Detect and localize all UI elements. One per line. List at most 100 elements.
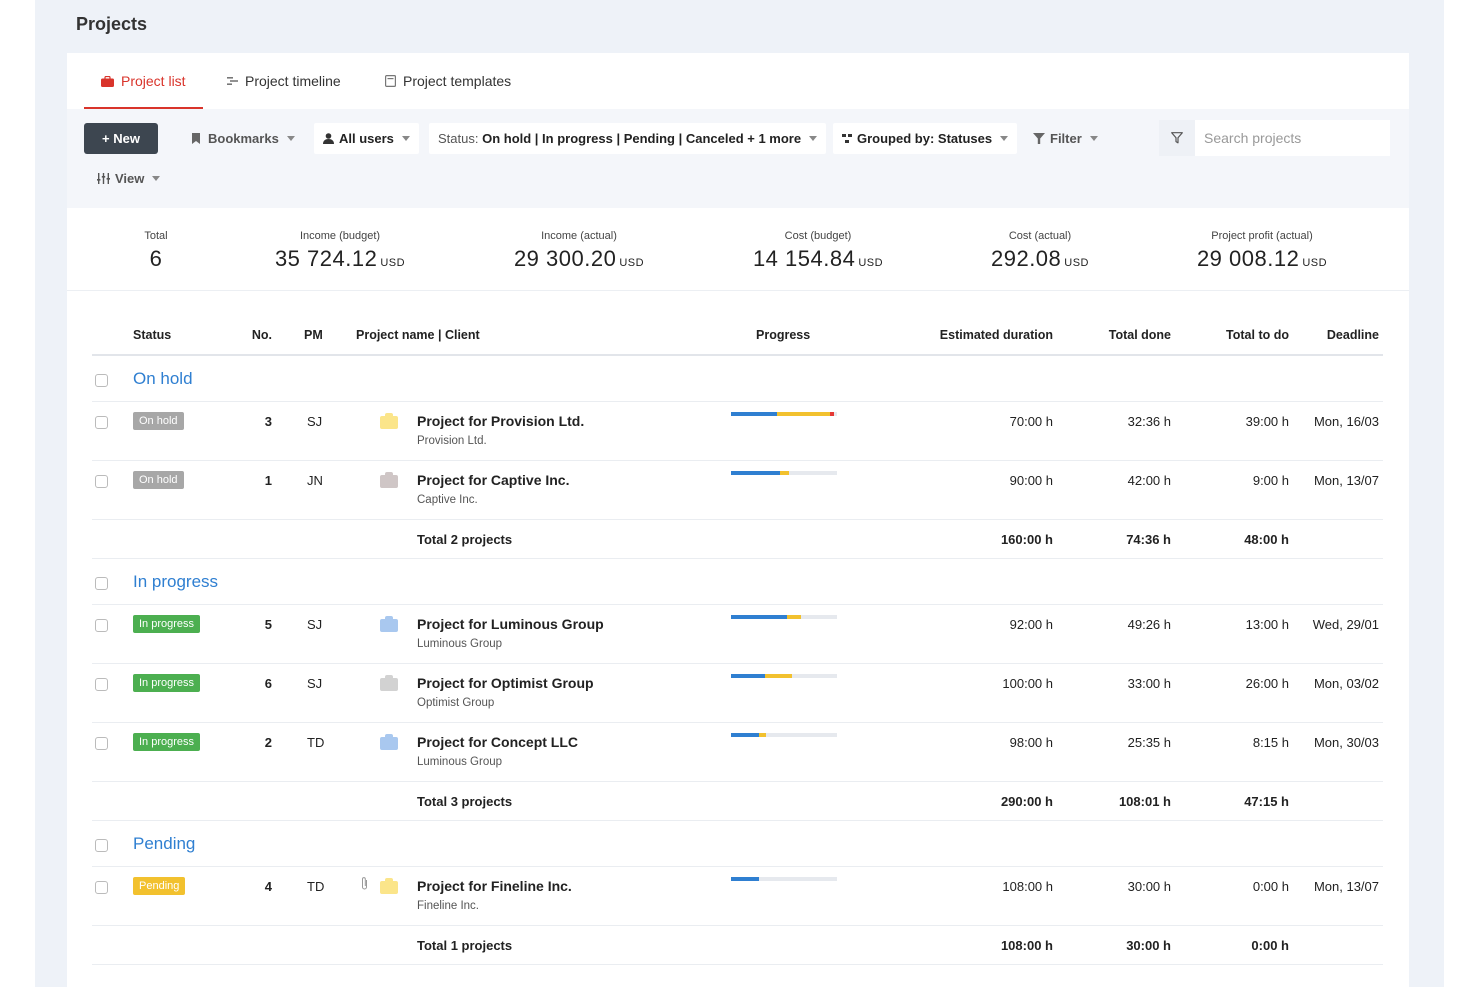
- stat-currency: USD: [1302, 257, 1328, 269]
- row-divider: [92, 604, 1383, 605]
- filter-icon: [1033, 133, 1045, 144]
- group-checkbox[interactable]: [95, 577, 108, 590]
- new-button[interactable]: + New: [84, 123, 158, 154]
- group-total-estimated: 160:00 h: [1000, 532, 1053, 547]
- stat-currency: USD: [858, 257, 884, 269]
- project-name[interactable]: Project for Luminous Group: [417, 616, 604, 632]
- bookmarks-dropdown[interactable]: Bookmarks: [192, 123, 295, 154]
- project-number: 3: [264, 414, 272, 429]
- progress-todo-segment: [764, 674, 793, 678]
- project-name[interactable]: Project for Provision Ltd.: [417, 413, 584, 429]
- timeline-icon: [227, 76, 238, 86]
- row-checkbox[interactable]: [95, 619, 108, 632]
- row-divider: [92, 722, 1383, 723]
- stat-value: 29 300.20: [513, 246, 617, 271]
- group-title-in-progress[interactable]: In progress: [133, 572, 218, 592]
- column-header-estimated[interactable]: Estimated duration: [903, 328, 1053, 342]
- total-done: 33:00 h: [1127, 676, 1171, 691]
- progress-done-segment: [731, 877, 759, 881]
- project-name[interactable]: Project for Optimist Group: [417, 675, 594, 691]
- status-filter-dropdown[interactable]: Status: On hold | In progress | Pending …: [429, 123, 827, 154]
- column-header-status[interactable]: Status: [133, 328, 171, 342]
- tab-project-list[interactable]: Project list: [84, 53, 203, 109]
- project-client[interactable]: Captive Inc.: [417, 494, 478, 506]
- group-total-done: 74:36 h: [1126, 532, 1171, 547]
- tab-label: Project templates: [403, 73, 512, 89]
- row-checkbox[interactable]: [95, 416, 108, 429]
- group-checkbox[interactable]: [95, 374, 108, 387]
- stat-label: Income (budget): [299, 230, 381, 242]
- status-filter-prefix: Status:: [438, 131, 479, 146]
- project-name[interactable]: Project for Concept LLC: [417, 734, 578, 750]
- stat-label: Project profit (actual): [1211, 230, 1313, 242]
- project-pm: JN: [307, 473, 323, 488]
- user-icon: [323, 133, 334, 144]
- status-badge: In progress: [133, 733, 201, 751]
- stat-value: 29 008.12: [1196, 246, 1300, 271]
- chevron-down-icon: [1089, 136, 1098, 141]
- project-client[interactable]: Provision Ltd.: [417, 435, 487, 447]
- column-header-done[interactable]: Total done: [1071, 328, 1171, 342]
- row-checkbox[interactable]: [95, 881, 108, 894]
- status-filter-value: On hold | In progress | Pending | Cancel…: [482, 131, 802, 146]
- funnel-icon[interactable]: [1159, 120, 1195, 156]
- stat-label: Cost (budget): [784, 230, 852, 242]
- group-total-todo: 0:00 h: [1251, 938, 1289, 953]
- project-client[interactable]: Fineline Inc.: [417, 900, 479, 912]
- group-title-pending[interactable]: Pending: [133, 834, 195, 854]
- folder-icon: [380, 472, 398, 488]
- progress-bar: [731, 733, 837, 737]
- project-client[interactable]: Optimist Group: [417, 697, 494, 709]
- column-header-deadline[interactable]: Deadline: [1299, 328, 1379, 342]
- group-by-value: Statuses: [937, 131, 993, 146]
- row-divider: [92, 519, 1383, 520]
- column-header-todo[interactable]: Total to do: [1189, 328, 1289, 342]
- stat-income-budget: Income (budget) 35 724.12 USD: [275, 230, 405, 272]
- filter-dropdown[interactable]: Filter: [1033, 123, 1098, 154]
- estimated-duration: 98:00 h: [1009, 735, 1053, 750]
- column-header-no[interactable]: No.: [237, 328, 272, 342]
- project-name[interactable]: Project for Captive Inc.: [417, 472, 569, 488]
- project-client[interactable]: Luminous Group: [417, 756, 502, 768]
- status-badge: On hold: [133, 471, 184, 489]
- row-divider: [92, 401, 1383, 402]
- folder-icon: [380, 675, 398, 691]
- projects-card: Project list Project timeline Project te…: [67, 53, 1409, 987]
- stat-profit-actual: Project profit (actual) 29 008.12 USD: [1197, 230, 1327, 272]
- status-badge: In progress: [133, 674, 201, 692]
- column-header-pm[interactable]: PM: [304, 328, 323, 342]
- group-checkbox[interactable]: [95, 839, 108, 852]
- column-header-progress[interactable]: Progress: [756, 328, 810, 342]
- column-header-name-client[interactable]: Project name | Client: [356, 328, 480, 342]
- paperclip-icon[interactable]: [361, 876, 368, 891]
- users-dropdown[interactable]: All users: [314, 123, 419, 154]
- tab-project-templates[interactable]: Project templates: [385, 53, 511, 109]
- progress-done-segment: [731, 615, 788, 619]
- row-checkbox[interactable]: [95, 737, 108, 750]
- group-title-on-hold[interactable]: On hold: [133, 369, 193, 389]
- tab-project-timeline[interactable]: Project timeline: [227, 53, 341, 109]
- project-number: 2: [264, 735, 272, 750]
- folder-icon: [380, 734, 398, 750]
- row-divider: [92, 781, 1383, 782]
- bookmarks-label: Bookmarks: [208, 131, 279, 146]
- search-input[interactable]: [1195, 130, 1385, 146]
- project-client[interactable]: Luminous Group: [417, 638, 502, 650]
- row-divider: [92, 663, 1383, 664]
- project-pm: SJ: [307, 617, 323, 632]
- project-number: 1: [264, 473, 272, 488]
- stat-value: 14 154.84: [752, 246, 856, 271]
- progress-todo-segment: [776, 412, 830, 416]
- view-label: View: [115, 171, 145, 186]
- sliders-icon: [97, 173, 110, 184]
- project-name[interactable]: Project for Fineline Inc.: [417, 878, 572, 894]
- progress-done-segment: [731, 412, 777, 416]
- project-number: 5: [264, 617, 272, 632]
- row-checkbox[interactable]: [95, 678, 108, 691]
- group-by-dropdown[interactable]: Grouped by: Statuses: [833, 123, 1018, 154]
- view-dropdown[interactable]: View: [97, 163, 161, 194]
- row-checkbox[interactable]: [95, 475, 108, 488]
- tab-bar: Project list Project timeline Project te…: [67, 53, 1409, 109]
- stat-label: Cost (actual): [1008, 230, 1072, 242]
- progress-todo-segment: [779, 471, 790, 475]
